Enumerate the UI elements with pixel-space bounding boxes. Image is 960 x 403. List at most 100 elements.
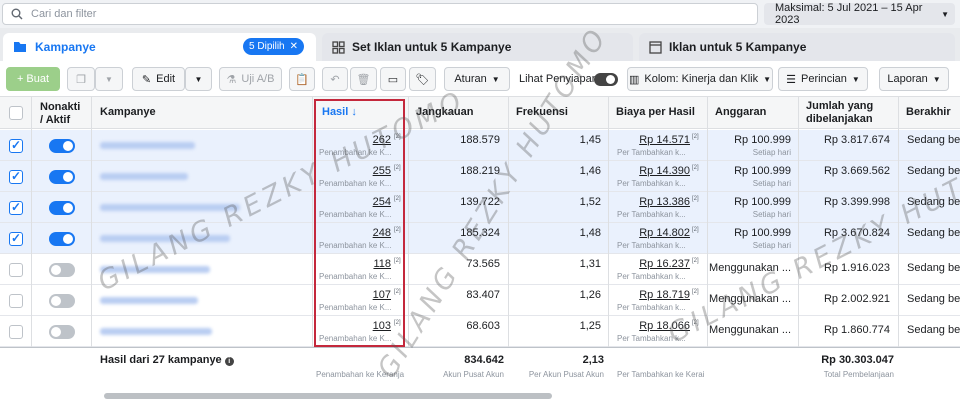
selected-badge[interactable]: 5 Dipilih ✕ [243, 38, 304, 55]
tab-campaigns[interactable]: Kampanye 5 Dipilih ✕ [3, 33, 316, 61]
campaign-name-redacted[interactable] [100, 297, 198, 304]
tag-button[interactable]: 🏷 [409, 67, 436, 91]
breakdown-label: Perincian [801, 73, 847, 85]
breakdown-button[interactable]: ☰ Perincian ▼ [778, 67, 868, 91]
footer-frequency-sub: Per Akun Pusat Akun [528, 370, 604, 379]
cpr-value[interactable]: Rp 13.386 [639, 196, 690, 208]
reports-button[interactable]: Laporan ▼ [879, 67, 949, 91]
folder-icon [14, 42, 26, 52]
row-status-toggle[interactable] [49, 232, 75, 246]
clipboard-icon: 📋 [295, 73, 309, 86]
row-checkbox[interactable] [9, 231, 23, 246]
header-campaign[interactable]: Kampanye [100, 106, 156, 119]
spent-value: Rp 3.399.998 [823, 196, 890, 208]
footer-spent: Rp 30.303.047 [821, 354, 894, 366]
clipboard-button[interactable]: 📋 [289, 67, 315, 91]
search-input[interactable]: Cari dan filter [2, 3, 758, 25]
row-checkbox[interactable] [9, 169, 23, 184]
header-ends[interactable]: Berakhir [906, 106, 951, 119]
header-cost-per-result[interactable]: Biaya per Hasil [616, 106, 695, 119]
edit-button[interactable]: ✎ Edit [132, 67, 185, 91]
duplicate-button[interactable]: ❐ [67, 67, 95, 91]
columns-icon: ▥ [628, 73, 640, 86]
row-checkbox[interactable] [9, 200, 23, 215]
row-checkbox[interactable] [9, 294, 23, 308]
chevron-down-icon: ▼ [851, 74, 860, 84]
create-label: + Buat [16, 73, 50, 85]
reports-label: Laporan [887, 73, 928, 85]
tab-ads[interactable]: Iklan untuk 5 Kampanye [639, 33, 955, 61]
header-amount-spent[interactable]: Jumlah yang dibelanjakan [806, 100, 896, 126]
info-icon[interactable]: i [224, 357, 234, 366]
spent-value: Rp 3.817.674 [823, 134, 890, 146]
row-status-toggle[interactable] [49, 170, 75, 184]
header-budget[interactable]: Anggaran [715, 106, 766, 119]
row-status-toggle[interactable] [49, 263, 75, 277]
info-marker-icon: [2] [692, 289, 699, 295]
table-row[interactable]: 107 [2] Penambahan ke K... 83.407 1,26 Rp 18.… [0, 285, 960, 316]
header-off-on[interactable]: Nonakti / Aktif [40, 101, 84, 127]
pencil-icon: ✎ [141, 73, 152, 86]
cpr-sub: Per Tambahkan k... [617, 272, 686, 281]
campaign-name-redacted[interactable] [100, 142, 195, 149]
cpr-value[interactable]: Rp 14.571 [639, 134, 690, 146]
row-checkbox[interactable] [9, 138, 23, 153]
cpr-sub: Per Tambahkan k... [617, 303, 686, 312]
row-status-toggle[interactable] [49, 294, 75, 308]
cpr-sub: Per Tambahkan k... [617, 241, 686, 250]
column-divider [312, 97, 313, 347]
column-divider [608, 97, 609, 347]
close-icon[interactable]: ✕ [290, 41, 298, 52]
duplicate-dropdown[interactable]: ▼ [95, 67, 123, 91]
cpr-value[interactable]: Rp 14.802 [639, 227, 690, 239]
flask-icon: ⚗ [226, 73, 237, 86]
preview-icon: ▭ [387, 73, 399, 86]
info-marker-icon: [2] [692, 134, 699, 140]
toolbar: + Buat ❐ ▼ ✎ Edit ▼ ⚗ Uji A/B 📋 ↶ 🗑 ▭ 🏷 At… [0, 61, 960, 97]
frequency-value: 1,26 [579, 289, 601, 301]
footer-reach: 834.642 [464, 354, 504, 366]
budget-value[interactable]: Rp 100.999 [734, 134, 791, 146]
create-button[interactable]: + Buat [6, 67, 60, 91]
chevron-down-icon: ▼ [763, 74, 772, 84]
footer-frequency: 2,13 [582, 354, 604, 366]
ab-test-button[interactable]: ⚗ Uji A/B [219, 67, 282, 91]
budget-value[interactable]: Rp 100.999 [734, 227, 791, 239]
reach-value: 188.579 [460, 134, 500, 146]
row-checkbox[interactable] [9, 325, 23, 339]
horizontal-scrollbar[interactable] [104, 393, 552, 399]
cpr-value[interactable]: Rp 16.237 [639, 258, 690, 270]
frequency-value: 1,52 [579, 196, 601, 208]
edit-dropdown[interactable]: ▼ [185, 67, 212, 91]
select-all-checkbox[interactable] [9, 106, 23, 120]
row-status-toggle[interactable] [49, 325, 75, 339]
edit-label: Edit [156, 73, 176, 85]
date-range-picker[interactable]: Maksimal: 5 Jul 2021 – 15 Apr 2023 ▼ [764, 2, 955, 26]
cpr-value[interactable]: Rp 14.390 [639, 165, 690, 177]
row-status-toggle[interactable] [49, 139, 75, 153]
column-divider [798, 97, 799, 347]
cpr-value[interactable]: Rp 18.719 [639, 289, 690, 301]
info-marker-icon: [2] [692, 196, 699, 202]
view-setup-toggle[interactable] [594, 73, 618, 86]
undo-icon: ↶ [330, 73, 340, 86]
budget-value[interactable]: Rp 100.999 [734, 196, 791, 208]
preview-button[interactable]: ▭ [380, 67, 406, 91]
table-row[interactable]: 255[2]Penambahan ke K...188.2191,46Rp 14… [0, 161, 960, 192]
campaign-name-redacted[interactable] [100, 328, 212, 335]
delete-button[interactable]: 🗑 [350, 67, 377, 91]
ends-value: Sedang ber [907, 262, 960, 274]
table-row[interactable]: 262[2]Penambahan ke K...188.5791,45Rp 14… [0, 130, 960, 161]
tag-icon: 🏷 [415, 73, 430, 86]
row-status-toggle[interactable] [49, 201, 75, 215]
budget-value[interactable]: Rp 100.999 [734, 165, 791, 177]
table-row[interactable]: 103 [2] Penambahan ke K... 68.603 1,25 Rp 18.… [0, 316, 960, 347]
campaign-name-redacted[interactable] [100, 173, 188, 180]
budget-sub: Setiap hari [752, 210, 791, 219]
columns-button[interactable]: ▥ Kolom: Kinerja dan Klik ▼ [627, 67, 773, 91]
budget-sub: Setiap hari [752, 179, 791, 188]
frequency-value: 1,48 [579, 227, 601, 239]
row-checkbox[interactable] [9, 263, 23, 277]
info-marker-icon: [2] [692, 227, 699, 233]
undo-button[interactable]: ↶ [322, 67, 348, 91]
